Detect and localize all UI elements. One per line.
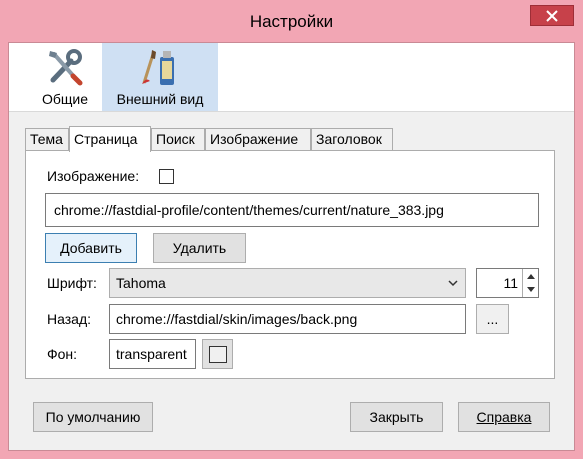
help-button[interactable]: Справка bbox=[458, 402, 550, 432]
font-size-spinner[interactable]: 11 bbox=[476, 268, 539, 298]
defaults-button[interactable]: По умолчанию bbox=[33, 402, 153, 432]
appearance-content: Тема Страница Поиск Изображение Заголово… bbox=[9, 111, 574, 450]
settings-window: Настройки Общие Внешний вид Тема Страниц… bbox=[0, 0, 583, 459]
font-size-spin-buttons bbox=[522, 269, 538, 297]
paint-brush-icon bbox=[142, 50, 174, 85]
chevron-down-icon bbox=[448, 280, 458, 287]
page-tab-panel: Изображение: chrome://fastdial-profile/c… bbox=[25, 150, 555, 379]
window-title: Настройки bbox=[249, 12, 334, 31]
tab-page[interactable]: Страница bbox=[69, 126, 151, 152]
font-size-value: 11 bbox=[503, 275, 518, 291]
background-color-picker[interactable] bbox=[202, 339, 233, 369]
add-button[interactable]: Добавить bbox=[45, 233, 137, 263]
remove-button[interactable]: Удалить bbox=[153, 233, 246, 263]
category-toolbar: Общие Внешний вид bbox=[9, 43, 574, 111]
close-icon bbox=[546, 9, 558, 22]
font-select-value: Tahoma bbox=[116, 275, 166, 291]
toolbar-general-button[interactable]: Общие bbox=[30, 43, 100, 111]
toolbar-general-label: Общие bbox=[41, 91, 89, 107]
image-label: Изображение: bbox=[47, 168, 140, 184]
background-value-field[interactable]: transparent bbox=[109, 339, 196, 369]
toolbar-appearance-label: Внешний вид bbox=[116, 91, 204, 107]
close-window-button[interactable] bbox=[530, 5, 574, 26]
tab-theme[interactable]: Тема bbox=[25, 128, 69, 151]
font-select[interactable]: Tahoma bbox=[109, 268, 466, 298]
tab-image[interactable]: Изображение bbox=[205, 128, 311, 151]
tab-search[interactable]: Поиск bbox=[151, 128, 205, 151]
close-button[interactable]: Закрыть bbox=[350, 402, 443, 432]
image-path-field[interactable]: chrome://fastdial-profile/content/themes… bbox=[45, 193, 539, 227]
back-label: Назад: bbox=[47, 311, 92, 327]
tab-header[interactable]: Заголовок bbox=[311, 128, 393, 151]
title-bar[interactable]: Настройки bbox=[0, 0, 583, 42]
help-button-label: Справка bbox=[476, 409, 532, 425]
toolbar-appearance-button[interactable]: Внешний вид bbox=[102, 43, 218, 111]
color-swatch bbox=[209, 346, 227, 363]
font-label: Шрифт: bbox=[47, 275, 97, 291]
background-label: Фон: bbox=[47, 346, 78, 362]
client-area: Общие Внешний вид Тема Страница Поиск Из… bbox=[8, 42, 575, 451]
back-path-field[interactable]: chrome://fastdial/skin/images/back.png bbox=[109, 304, 466, 334]
browse-button[interactable]: ... bbox=[476, 304, 509, 334]
image-checkbox[interactable] bbox=[159, 169, 174, 184]
tools-icon bbox=[49, 49, 83, 86]
spin-down-icon[interactable] bbox=[526, 286, 536, 294]
spin-up-icon[interactable] bbox=[526, 272, 536, 280]
